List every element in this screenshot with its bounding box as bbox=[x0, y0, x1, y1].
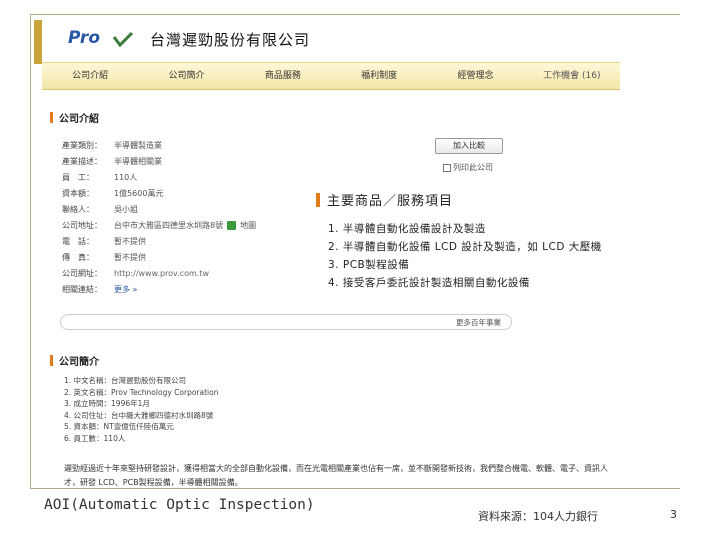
nav-item-benefits[interactable]: 福利制度 bbox=[331, 63, 427, 89]
company-logo: Pro bbox=[60, 27, 134, 51]
print-company-label: 列印此公司 bbox=[453, 163, 493, 172]
list-item: 1. 中文名稱：台灣遲勁股份有限公司 bbox=[64, 376, 187, 385]
info-label: 產業描述： bbox=[62, 156, 102, 166]
company-intro-title: 公司介紹 bbox=[59, 114, 99, 125]
company-page-screenshot: Pro 台灣遲勁股份有限公司 公司介紹 公司簡介 商品服務 福利制度 經營理念 … bbox=[42, 17, 620, 488]
company-intro-header: 公司介紹 bbox=[50, 110, 99, 125]
company-description: 遲勁經過近十年來堅持研發設計，獲得相當大的全部自動化設備，而在光電相關產業也佔有… bbox=[64, 464, 608, 487]
company-info-table: 產業類別： 半導體製造業 產業描述： 半導體相關業 員 工： 110人 資本額：… bbox=[62, 137, 322, 297]
info-label: 電 話： bbox=[62, 236, 94, 246]
info-value: 110人 bbox=[114, 172, 138, 182]
info-row: 電 話： 暫不提供 bbox=[62, 233, 322, 249]
products-header: 主要商品／服務項目 bbox=[316, 190, 453, 209]
nav-item-jobs[interactable]: 工作機會 (16) bbox=[524, 63, 620, 89]
list-item: 1. 半導體自動化設備設計及製造 bbox=[328, 223, 486, 235]
logo-check-icon bbox=[112, 31, 134, 47]
slide-caption: AOI(Automatic Optic Inspection) bbox=[44, 497, 315, 513]
search-bar-link[interactable]: 更多百年事業 bbox=[456, 317, 501, 328]
nav-item-philosophy[interactable]: 經營理念 bbox=[427, 63, 523, 89]
info-label: 相關連結： bbox=[62, 284, 102, 294]
map-icon[interactable] bbox=[227, 220, 237, 230]
list-item: 5. 資本額：NT壹億伍仟陸佰萬元 bbox=[64, 422, 174, 431]
product-list: 1. 半導體自動化設備設計及製造 2. 半導體自動化設備 LCD 設計及製造，如… bbox=[328, 220, 602, 292]
company-website-link[interactable]: http://www.prov.com.tw bbox=[114, 269, 209, 278]
info-label: 聯絡人： bbox=[62, 204, 94, 214]
company-name: 台灣遲勁股份有限公司 bbox=[150, 31, 311, 49]
info-row: 聯絡人： 吳小姐 bbox=[62, 201, 322, 217]
slide-frame-top bbox=[30, 14, 680, 15]
info-row: 產業描述： 半導體相關業 bbox=[62, 153, 322, 169]
info-row: 產業類別： 半導體製造業 bbox=[62, 137, 322, 153]
info-row: 公司網址： http://www.prov.com.tw bbox=[62, 265, 322, 281]
info-value: 1億5600萬元 bbox=[114, 188, 164, 198]
print-company-link[interactable]: 列印此公司 bbox=[443, 162, 493, 173]
list-item: 4. 接受客戶委託設計製造相關自動化設備 bbox=[328, 277, 530, 289]
address-value: 台中市大雅區四德里水圳路8號 地圖 bbox=[114, 220, 256, 231]
list-item: 4. 公司住址：台中縣大雅鄉四德村水圳路8號 bbox=[64, 410, 214, 420]
print-icon bbox=[443, 163, 451, 172]
info-value: 半導體製造業 bbox=[114, 140, 162, 150]
info-row: 員 工： 110人 bbox=[62, 169, 322, 185]
info-value: 半導體相關業 bbox=[114, 156, 162, 166]
map-link[interactable]: 地圖 bbox=[240, 220, 256, 231]
company-profile-header: 公司簡介 bbox=[50, 353, 99, 368]
company-profile-title: 公司簡介 bbox=[59, 357, 99, 368]
list-item: 3. PCB製程設備 bbox=[328, 259, 410, 271]
more-link[interactable]: 更多 » bbox=[114, 284, 137, 295]
info-label: 員 工： bbox=[62, 172, 94, 182]
info-label: 產業類別： bbox=[62, 140, 102, 150]
info-row: 資本額： 1億5600萬元 bbox=[62, 185, 322, 201]
logo-text: Pro bbox=[68, 28, 100, 48]
compare-button[interactable]: 加入比較 bbox=[435, 138, 503, 154]
list-item: 2. 英文名稱：Prov Technology Corporation bbox=[64, 387, 219, 397]
list-item: 2. 半導體自動化設備 LCD 設計及製造，如 LCD 大壓機 bbox=[328, 241, 602, 253]
page-header: Pro 台灣遲勁股份有限公司 bbox=[42, 17, 620, 60]
nav-item-company-profile[interactable]: 公司簡介 bbox=[138, 63, 234, 89]
info-value: 吳小姐 bbox=[114, 204, 138, 214]
list-item: 6. 員工數：110人 bbox=[64, 433, 126, 443]
info-value: 暫不提供 bbox=[114, 236, 146, 246]
section-marker bbox=[316, 192, 320, 207]
products-title: 主要商品／服務項目 bbox=[327, 194, 454, 209]
main-nav: 公司介紹 公司簡介 商品服務 福利制度 經營理念 工作機會 (16) bbox=[42, 62, 620, 90]
info-value: 暫不提供 bbox=[114, 252, 146, 262]
list-item: 3. 成立時間：1996年1月 bbox=[64, 399, 150, 408]
slide-frame-bottom bbox=[30, 488, 680, 489]
source-note: 資料來源：104人力銀行 bbox=[478, 510, 598, 523]
nav-item-company-intro[interactable]: 公司介紹 bbox=[42, 63, 138, 89]
page-number: 3 bbox=[670, 508, 677, 521]
section-marker bbox=[50, 112, 53, 123]
search-bar[interactable]: 更多百年事業 bbox=[60, 314, 512, 330]
company-profile-list: 1. 中文名稱：台灣遲勁股份有限公司 2. 英文名稱：Prov Technolo… bbox=[64, 375, 218, 444]
section-marker bbox=[50, 355, 53, 366]
slide-accent-bar bbox=[34, 20, 42, 64]
nav-item-products[interactable]: 商品服務 bbox=[235, 63, 331, 89]
info-row: 傳 真： 暫不提供 bbox=[62, 249, 322, 265]
info-label: 傳 真： bbox=[62, 252, 94, 262]
info-label: 公司地址： bbox=[62, 220, 102, 230]
info-label: 資本額： bbox=[62, 188, 94, 198]
info-row: 公司地址： 台中市大雅區四德里水圳路8號 地圖 bbox=[62, 217, 322, 233]
info-row: 相關連結： 更多 » bbox=[62, 281, 322, 297]
slide-frame-left bbox=[30, 14, 31, 488]
info-label: 公司網址： bbox=[62, 268, 102, 278]
address-text: 台中市大雅區四德里水圳路8號 bbox=[114, 220, 224, 230]
